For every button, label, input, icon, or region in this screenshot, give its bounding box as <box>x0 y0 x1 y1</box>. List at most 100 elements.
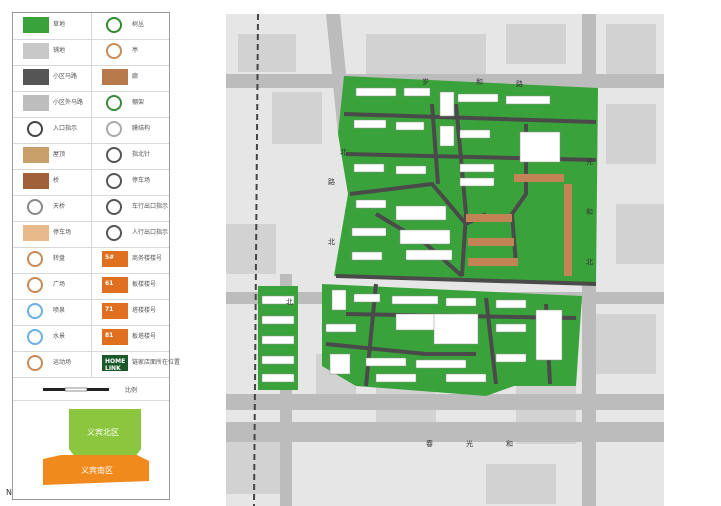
roof-swatch <box>23 147 49 163</box>
trellis-icon <box>106 95 122 111</box>
legend-label: 商务楼楼号 <box>132 255 163 262</box>
legend-item: 膜结构 <box>91 117 170 143</box>
mini-location-map: 义宾北区 义宾南区 <box>13 401 169 499</box>
road-label-10: 春 <box>426 439 433 448</box>
water-icon <box>27 329 43 345</box>
legend-label: 塔楼楼号 <box>132 307 157 314</box>
legend-item: 铺地 <box>13 39 91 65</box>
road-label-11: 光 <box>466 439 473 448</box>
legend-item: 指北针 <box>91 143 170 169</box>
paving-swatch <box>23 43 49 59</box>
legend-item: 水景 <box>13 325 91 351</box>
legend-row: 喷泉 71 塔楼楼号 <box>13 299 169 326</box>
parking-lot-swatch <box>23 225 49 241</box>
legend-item: HOME LINK 链家店面所在位置 <box>91 351 180 377</box>
corridor-swatch <box>102 69 128 85</box>
legend-row: 桥 停车场 <box>13 169 169 196</box>
legend-label: 草地 <box>53 21 66 28</box>
road-label-9: 北 <box>328 238 335 246</box>
roundabout-icon <box>27 251 43 267</box>
legend-item: 亭 <box>91 39 170 65</box>
shrub-icon <box>106 17 122 33</box>
legend-label: 指北针 <box>132 151 151 158</box>
legend-row: 入口指示 膜结构 <box>13 117 169 144</box>
legend-row: 草地 树丛 <box>13 13 169 40</box>
legend-label: 板楼楼号 <box>132 281 157 288</box>
slab-building-badge-swatch: 61 <box>102 277 128 293</box>
business-building-badge-swatch: 5# <box>102 251 128 267</box>
grass-swatch <box>23 17 49 33</box>
legend-label: 喷泉 <box>53 307 66 314</box>
fountain-icon <box>27 303 43 319</box>
legend-label: 板塔楼号 <box>132 333 157 340</box>
legend-item: 屋顶 <box>13 143 91 169</box>
legend-item: 喷泉 <box>13 299 91 325</box>
legend-item: 草地 <box>13 13 91 39</box>
legend-label: 运动场 <box>53 359 72 366</box>
legend-label: 亭 <box>132 47 139 54</box>
scale-bar: 比例 <box>43 386 137 394</box>
legend-row: 小区马路 廊 <box>13 65 169 92</box>
legend-badge: 61 <box>105 280 114 287</box>
plaza-icon <box>27 277 43 293</box>
legend-label: 廊 <box>132 73 139 80</box>
road-label-4: 北 <box>340 148 347 156</box>
legend-row: 运动场 HOME LINK 链家店面所在位置 <box>13 351 180 378</box>
legend-label: 屋顶 <box>53 151 66 158</box>
legend-item: 停车场 <box>13 221 91 247</box>
road-label-12: 和 <box>506 439 513 448</box>
legend-row: 天桥 车行出口指示 <box>13 195 169 222</box>
legend-row: 小区外马路 棚架 <box>13 91 169 118</box>
bridge-swatch <box>23 173 49 189</box>
legend-item: 转盘 <box>13 247 91 273</box>
membrane-icon <box>106 121 122 137</box>
tower-building-badge-swatch: 71 <box>102 303 128 319</box>
legend-item: 61 板楼楼号 <box>91 273 170 299</box>
legend-label: 停车场 <box>132 177 151 184</box>
legend-label: 桥 <box>53 177 60 184</box>
legend-row: 停车场 人行出口指示 <box>13 221 169 248</box>
north-area-label: 义宾北区 <box>87 427 119 437</box>
legend-row: 转盘 5# 商务楼楼号 <box>13 247 169 274</box>
road-label-7: 北 <box>586 258 593 266</box>
north-label: N <box>6 488 12 497</box>
legend-label: 转盘 <box>53 255 66 262</box>
legend-badge: HOME LINK <box>105 358 126 372</box>
legend-label: 广场 <box>53 281 66 288</box>
legend-item: 人行出口指示 <box>91 221 170 247</box>
legend-badge: 81 <box>105 332 114 339</box>
legend-item: 广场 <box>13 273 91 299</box>
legend-label: 停车场 <box>53 229 72 236</box>
legend-label: 水景 <box>53 333 66 340</box>
site-plan-svg: 岁 和 路 北 光 和 北 路 北 春 光 和 北 <box>226 14 664 506</box>
legend-item: 停车场 <box>91 169 170 195</box>
legend-label: 链家店面所在位置 <box>132 359 181 366</box>
scale-label: 比例 <box>125 386 137 394</box>
legend-label: 膜结构 <box>132 125 151 132</box>
road-label-13: 北 <box>286 298 293 306</box>
legend-item: 5# 商务楼楼号 <box>91 247 170 273</box>
road-label-2: 和 <box>476 77 483 86</box>
road-swatch <box>23 69 49 85</box>
car-exit-icon <box>106 199 122 215</box>
legend-row: 广场 61 板楼楼号 <box>13 273 169 300</box>
south-area-label: 义宾南区 <box>81 465 113 475</box>
legend-item: 入口指示 <box>13 117 91 143</box>
legend-item: 廊 <box>91 65 170 91</box>
legend-item: 桥 <box>13 169 91 195</box>
legend-label: 棚架 <box>132 99 145 106</box>
legend-label: 车行出口指示 <box>132 203 169 210</box>
legend-label: 入口指示 <box>53 125 78 132</box>
legend-label: 树丛 <box>132 21 145 28</box>
entrance-icon <box>27 121 43 137</box>
sports-field-icon <box>27 355 43 371</box>
slab-tower-badge-swatch: 81 <box>102 329 128 345</box>
legend-label: 小区外马路 <box>53 99 84 106</box>
legend-row: 水景 81 板塔楼号 <box>13 325 169 352</box>
legend-panel: 草地 树丛 铺地亭小区马路廊小区外马路 棚架 入口指示 膜结构 屋顶 指北针桥停车场 天桥 车行出… <box>12 12 180 500</box>
scale-bar-row: 比例 <box>13 380 169 401</box>
legend-label: 铺地 <box>53 47 66 54</box>
outer-road-swatch <box>23 95 49 111</box>
legend-item: 小区马路 <box>13 65 91 91</box>
road-label-5: 光 <box>586 157 593 166</box>
